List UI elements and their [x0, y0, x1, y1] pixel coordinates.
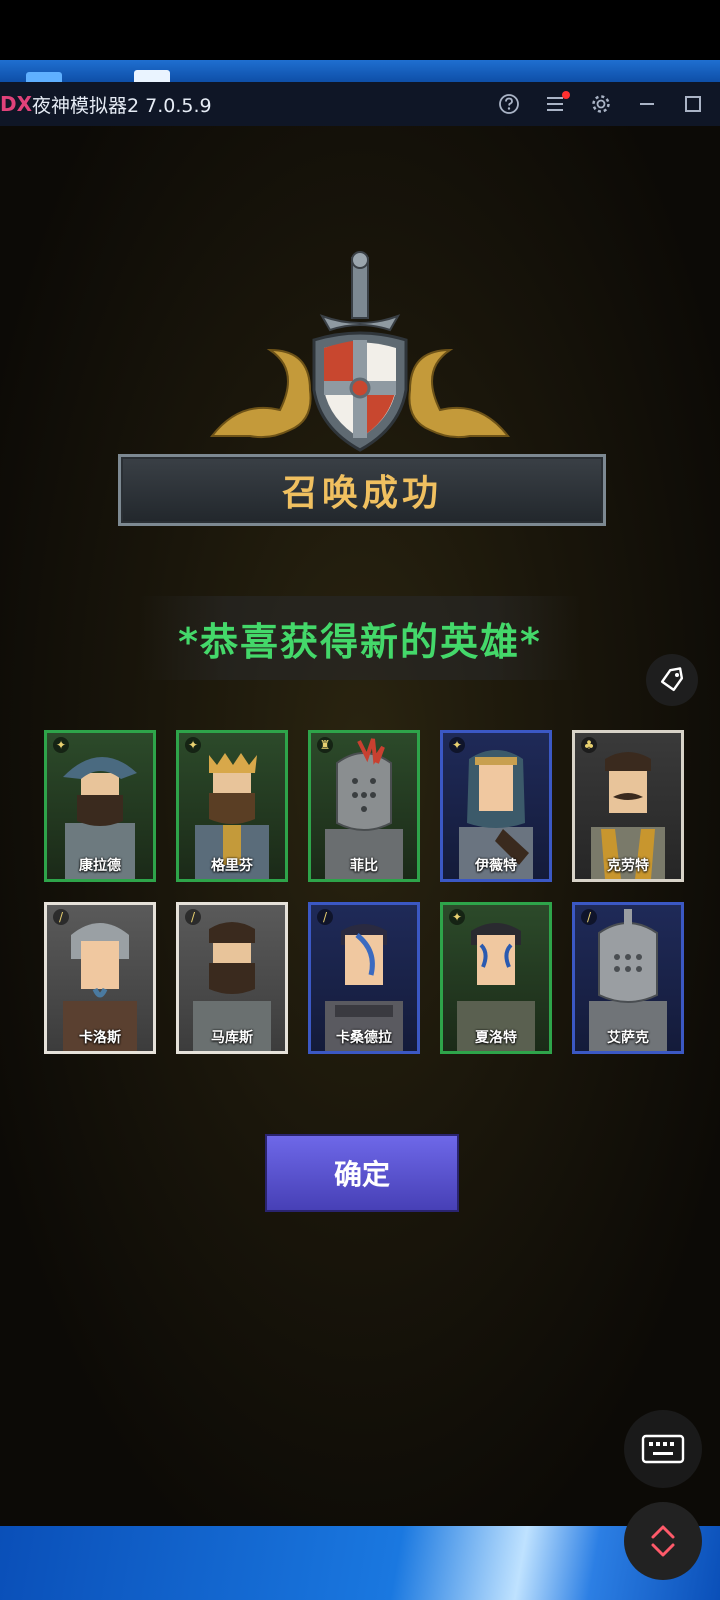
hero-name: 克劳特: [607, 858, 649, 874]
rank-badge-icon: /: [185, 909, 201, 925]
hero-card[interactable]: ✦ 格里芬: [176, 730, 288, 882]
rank-badge-icon: ✦: [185, 737, 201, 753]
summon-success-banner: 召唤成功: [118, 454, 606, 526]
summon-emblem-icon: [210, 251, 510, 452]
banner-title: 召唤成功: [281, 473, 442, 514]
hero-card[interactable]: / 艾萨克: [572, 902, 684, 1054]
emulator-logo: DX: [0, 92, 33, 116]
settings-icon[interactable]: [590, 93, 612, 115]
menu-icon[interactable]: [544, 91, 570, 115]
hero-name: 伊薇特: [475, 858, 517, 874]
minimize-icon[interactable]: [636, 93, 658, 115]
rank-badge-icon: /: [317, 909, 333, 925]
rank-badge-icon: ♣: [581, 737, 597, 753]
help-icon[interactable]: [498, 93, 520, 115]
hero-name: 康拉德: [79, 858, 121, 874]
tag-icon: [660, 667, 684, 692]
hero-card[interactable]: ✦ 康拉德: [44, 730, 156, 882]
expand-collapse-button[interactable]: [624, 1502, 702, 1580]
keyboard-icon: [641, 1434, 685, 1464]
desktop-strip: [0, 60, 720, 82]
hero-name: 格里芬: [211, 858, 253, 874]
rank-badge-icon: ✦: [53, 737, 69, 753]
hero-card[interactable]: / 卡桑德拉: [308, 902, 420, 1054]
hero-card[interactable]: ✦ 伊薇特: [440, 730, 552, 882]
confirm-button[interactable]: 确定: [265, 1134, 459, 1212]
hero-name: 夏洛特: [475, 1030, 517, 1046]
rank-badge-icon: ♜: [317, 737, 333, 753]
hero-card[interactable]: / 卡洛斯: [44, 902, 156, 1054]
taskbar-tab[interactable]: [134, 70, 170, 82]
hero-card[interactable]: ♣ 克劳特: [572, 730, 684, 882]
tag-button[interactable]: [646, 654, 698, 706]
maximize-icon[interactable]: [682, 93, 704, 115]
rank-badge-icon: /: [581, 909, 597, 925]
hero-card[interactable]: / 马库斯: [176, 902, 288, 1054]
status-bar-area: [0, 0, 720, 60]
emulator-titlebar: DX 夜神模拟器2 7.0.5.9: [0, 82, 720, 126]
congrats-strip: *恭喜获得新的英雄*: [140, 596, 580, 680]
hero-card[interactable]: ✦ 夏洛特: [440, 902, 552, 1054]
emulator-title: 夜神模拟器2 7.0.5.9: [32, 94, 212, 117]
notification-dot: [562, 91, 570, 99]
hero-name: 卡桑德拉: [336, 1030, 392, 1046]
hero-name: 卡洛斯: [79, 1030, 121, 1046]
hero-name: 菲比: [350, 858, 378, 874]
hero-card[interactable]: ♜ 菲比: [308, 730, 420, 882]
rank-badge-icon: /: [53, 909, 69, 925]
expand-collapse-icon: [651, 1525, 675, 1557]
rank-badge-icon: ✦: [449, 909, 465, 925]
keyboard-button[interactable]: [624, 1410, 702, 1488]
hero-name: 艾萨克: [607, 1030, 649, 1046]
hero-name: 马库斯: [211, 1030, 253, 1046]
congrats-text: *恭喜获得新的英雄*: [178, 619, 542, 664]
confirm-label: 确定: [333, 1158, 390, 1191]
rank-badge-icon: ✦: [449, 737, 465, 753]
taskbar-tab[interactable]: [26, 72, 62, 82]
desktop-taskbar: [0, 1526, 720, 1600]
